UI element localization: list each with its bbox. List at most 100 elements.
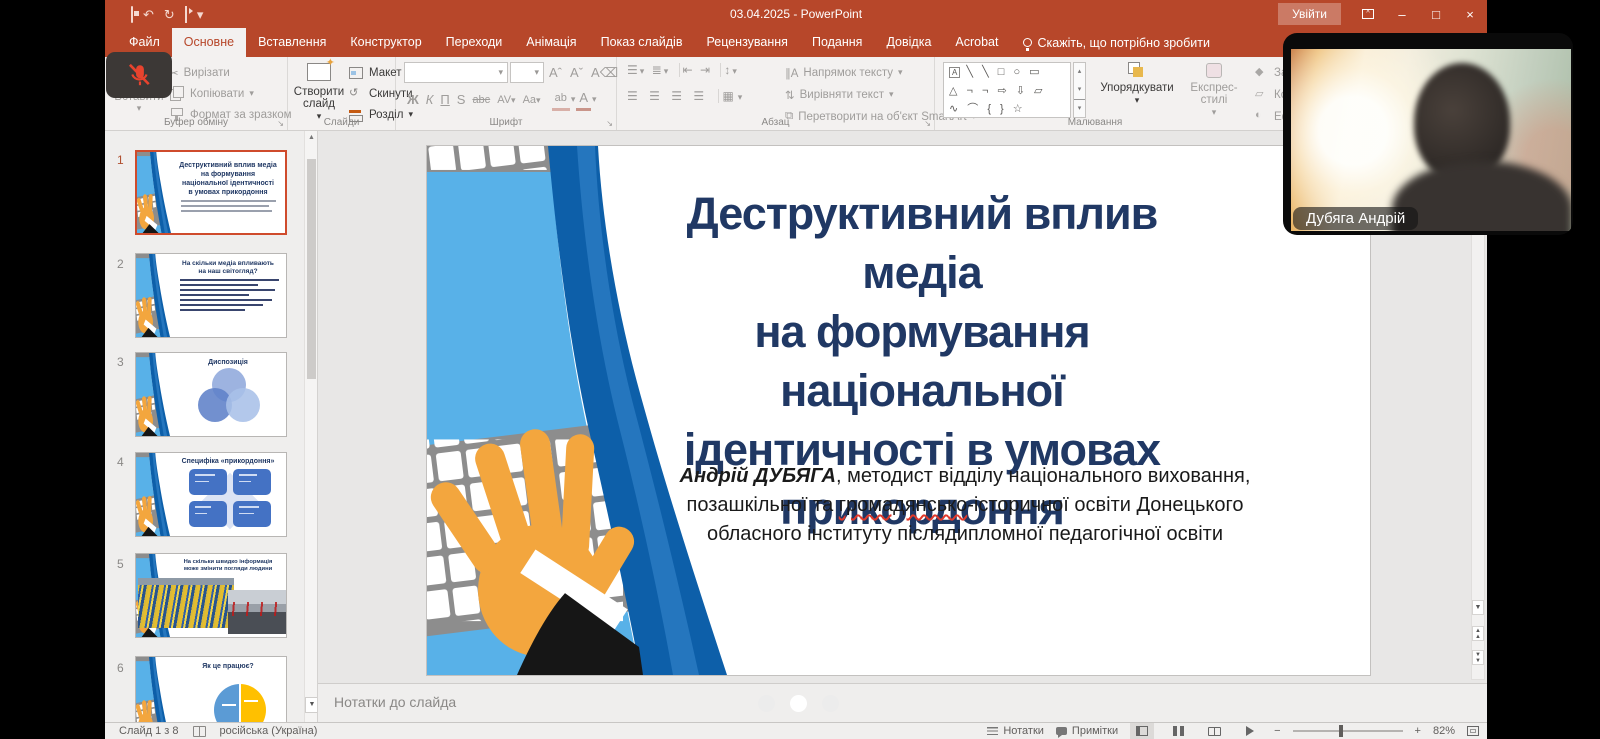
zoom-slider[interactable] [1293, 730, 1403, 732]
slide-thumbnail-3[interactable]: Диспозиція [135, 352, 287, 437]
thumbnail-scroll-down-button[interactable]: ▼ [305, 697, 318, 713]
arrange-button[interactable]: Упорядкувати ▾ [1095, 62, 1179, 106]
sign-in-button[interactable]: Увійти [1278, 3, 1341, 25]
align-center-button[interactable]: ☰ [649, 89, 664, 103]
close-button[interactable]: × [1453, 0, 1487, 28]
align-left-button[interactable]: ☰ [627, 89, 642, 103]
new-slide-button[interactable]: Створити слайд ▾ [292, 61, 346, 122]
scroll-up-arrow[interactable]: ▲ [305, 131, 318, 145]
decrease-indent-button[interactable]: ⇤ [683, 63, 695, 77]
webcam-tile[interactable]: Дубяга Андрій [1283, 33, 1573, 235]
text-shadow-button[interactable]: S [454, 90, 469, 110]
fit-to-window-icon[interactable] [1467, 726, 1479, 736]
redo-button[interactable]: ↻ [164, 8, 175, 21]
tab-insert[interactable]: Вставлення [246, 28, 338, 57]
dot-active[interactable] [790, 695, 807, 712]
dot[interactable] [758, 695, 775, 712]
zoom-level[interactable]: 82% [1433, 725, 1455, 737]
new-slide-label: Створити слайд [292, 86, 346, 110]
slide-subtitle[interactable]: Андрій ДУБЯГА, методист відділу націонал… [665, 462, 1265, 549]
tab-design[interactable]: Конструктор [338, 28, 433, 57]
comments-toggle[interactable]: Примітки [1056, 725, 1118, 737]
shapes-gallery-scroll[interactable]: ▴ ▾ ▾ [1073, 62, 1086, 118]
language-indicator[interactable]: російська (Україна) [220, 725, 318, 737]
chevron-down-icon: ▾ [249, 88, 254, 99]
grow-font-button[interactable]: Аˆ [546, 63, 565, 83]
change-case-button[interactable]: Aa▾ [520, 90, 544, 110]
copy-button[interactable]: Копіювати ▾ [169, 83, 292, 104]
slideshow-view-button[interactable] [1238, 723, 1262, 739]
dot[interactable] [822, 695, 839, 712]
normal-view-button[interactable] [1130, 723, 1154, 739]
dialog-launcher-icon[interactable]: ↘ [277, 119, 284, 128]
tab-transitions[interactable]: Переходи [434, 28, 515, 57]
justify-button[interactable]: ☰ [693, 89, 708, 103]
bold-button[interactable]: Ж [404, 90, 422, 110]
strikethrough-button[interactable]: abc [469, 90, 493, 110]
spellcheck-icon[interactable] [193, 726, 206, 737]
dialog-launcher-icon[interactable]: ↘ [924, 119, 931, 128]
current-slide[interactable]: Деструктивний вплив медіа на формування … [427, 146, 1370, 675]
tab-slideshow[interactable]: Показ слайдів [589, 28, 695, 57]
thumbnail-scrollbar[interactable]: ▲ [304, 131, 317, 722]
slide-thumbnail-5[interactable]: На скільки швидко інформація може змінит… [135, 553, 287, 638]
numbering-button[interactable]: ≣ [652, 63, 664, 77]
maximize-button[interactable]: □ [1419, 0, 1453, 28]
zoom-out-button[interactable]: − [1274, 725, 1280, 737]
scroll-down-button[interactable]: ▼ [1472, 600, 1484, 615]
slide-thumbnail-1[interactable]: Деструктивний вплив медіа на формування … [135, 150, 287, 235]
zoom-in-button[interactable]: + [1415, 725, 1421, 737]
ribbon-options-button[interactable]: ^ [1351, 0, 1385, 28]
group-label-slides: Слайди [288, 117, 395, 128]
zoom-slider-thumb[interactable] [1339, 725, 1343, 737]
chevron-down-icon[interactable]: ▾ [592, 94, 597, 105]
comments-toggle-label: Примітки [1072, 725, 1118, 737]
previous-slide-button[interactable]: ▲▲ [1472, 626, 1484, 641]
font-size-combo[interactable]: ▾ [510, 62, 544, 83]
tab-help[interactable]: Довідка [874, 28, 943, 57]
align-right-button[interactable]: ☰ [671, 89, 686, 103]
columns-button[interactable]: ▦ [722, 89, 737, 103]
undo-button[interactable]: ↶ [143, 8, 154, 21]
tab-view[interactable]: Подання [800, 28, 874, 57]
customize-qat-button[interactable]: ▾ [197, 8, 204, 21]
next-slide-button[interactable]: ▼▼ [1472, 650, 1484, 665]
font-name-combo[interactable]: ▾ [404, 62, 508, 83]
mic-muted-button[interactable] [106, 52, 172, 98]
chevron-down-icon[interactable]: ▾ [571, 94, 576, 105]
cut-button[interactable]: ✂ Вирізати [169, 62, 292, 83]
underline-button[interactable]: П [437, 90, 452, 110]
save-icon [131, 6, 133, 23]
shapes-gallery[interactable]: A ╲ ╲ □ ○ ▭ △ ¬ ¬ ⇨ ⇩ ▱ ∿ ⌒ { } ☆ [943, 62, 1071, 118]
quad-diagram [172, 465, 284, 529]
quick-styles-button[interactable]: Експрес-стилі ▾ [1183, 62, 1245, 118]
character-spacing-button[interactable]: AV▾ [494, 90, 518, 110]
tab-acrobat[interactable]: Acrobat [943, 28, 1010, 57]
shrink-font-button[interactable]: Аˇ [567, 63, 586, 83]
overlay-page-dots[interactable] [758, 695, 839, 712]
tell-me-box[interactable]: Скажіть, що потрібно зробити [1011, 28, 1223, 57]
tab-animations[interactable]: Анімація [514, 28, 588, 57]
slide-thumbnail-4[interactable]: Специфіка «прикордоння» [135, 452, 287, 537]
start-slideshow-button[interactable] [185, 8, 187, 21]
font-color-button[interactable]: A [576, 88, 591, 111]
slide-thumbnail-2[interactable]: На скільки медіа впливають на наш світог… [135, 253, 287, 338]
slide-sorter-view-button[interactable] [1166, 723, 1190, 739]
notes-toggle[interactable]: Нотатки [987, 725, 1044, 737]
highlight-color-button[interactable]: ab [552, 88, 570, 111]
new-slide-icon [307, 61, 331, 83]
minimize-button[interactable]: – [1385, 0, 1419, 28]
chevron-down-icon: ▾ [889, 89, 894, 100]
save-button[interactable] [131, 8, 133, 21]
reading-view-button[interactable] [1202, 723, 1226, 739]
tab-review[interactable]: Рецензування [694, 28, 799, 57]
dialog-launcher-icon[interactable]: ↘ [606, 119, 613, 128]
scrollbar-thumb[interactable] [307, 159, 316, 379]
tab-home[interactable]: Основне [172, 28, 246, 57]
increase-indent-button[interactable]: ⇥ [700, 63, 712, 77]
notes-pane[interactable]: Нотатки до слайда [318, 683, 1487, 722]
bullets-button[interactable]: ☰ [627, 63, 640, 77]
slide-thumbnail-6[interactable]: Як це працює? [135, 656, 287, 722]
subtitle-text: -історичної освіти Донецького [967, 494, 1243, 516]
italic-button[interactable]: К [423, 90, 437, 110]
